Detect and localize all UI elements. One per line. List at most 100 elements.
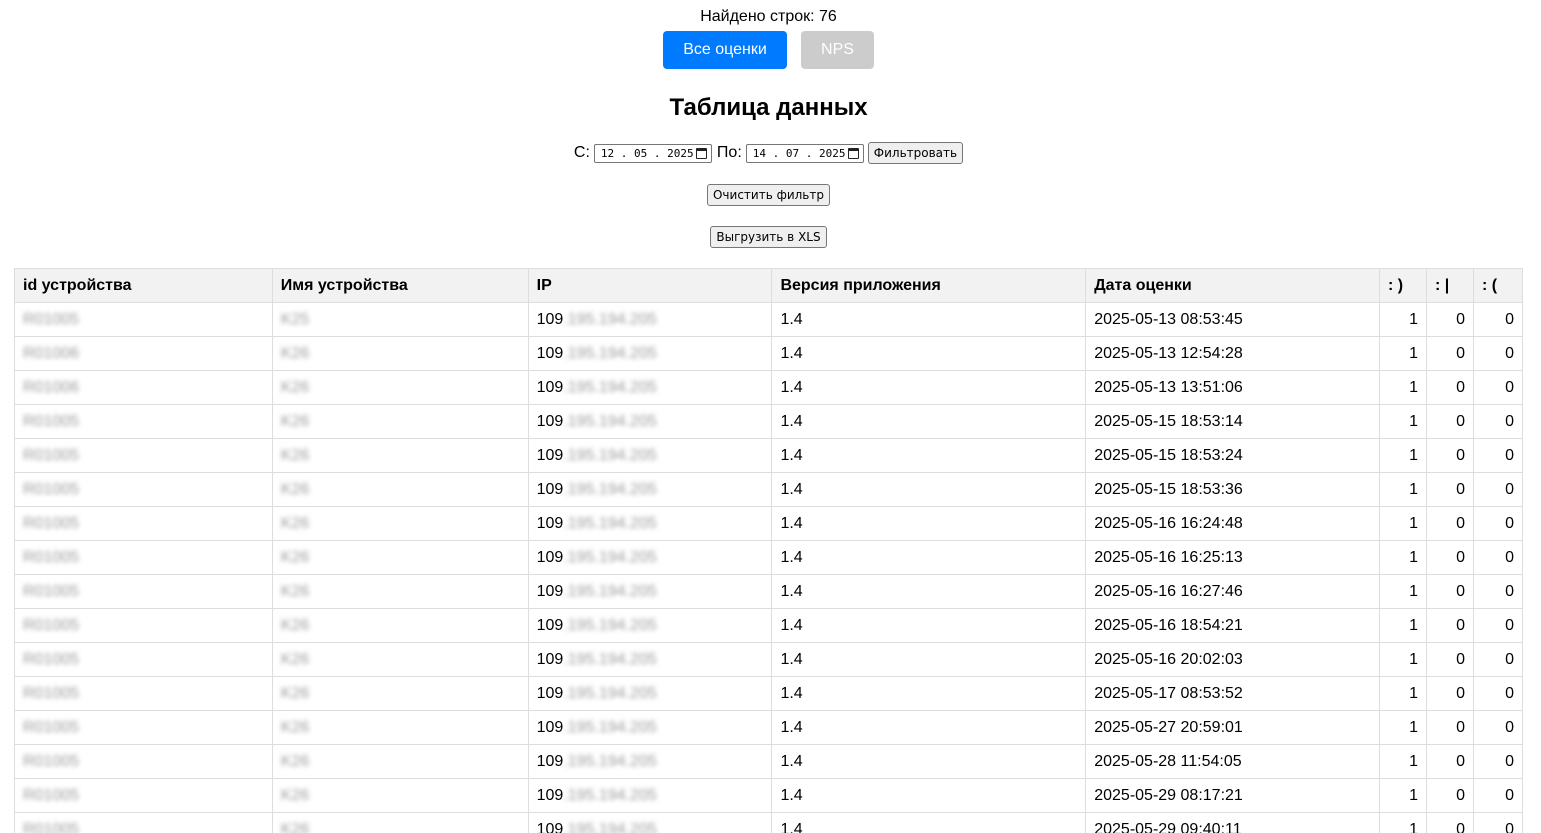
cell-ip: 109.195.194.205 [527, 336, 773, 371]
cell-neutral: 0 [1426, 608, 1474, 643]
to-date-input[interactable]: 14 . 07 . 2025 [745, 143, 864, 163]
cell-app-version-value: 1.4 [780, 582, 803, 600]
ip-rest-redacted: .195.194.205 [563, 820, 657, 833]
cell-sad: 0 [1472, 608, 1524, 643]
cell-happy: 1 [1379, 778, 1427, 813]
cell-happy: 1 [1379, 812, 1427, 833]
cell-happy: 1 [1379, 506, 1427, 541]
cell-app-version: 1.4 [771, 778, 1087, 813]
cell-happy: 1 [1379, 370, 1427, 405]
cell-device-name-value: K26 [280, 684, 310, 702]
cell-rating-date-value: 2025-05-29 09:40:11 [1094, 820, 1242, 833]
cell-sad-value: 0 [1505, 480, 1514, 498]
page: Найдено строк: 76 Все оценки NPS Таблица… [0, 0, 1541, 833]
cell-neutral-value: 0 [1456, 344, 1465, 362]
cell-device-name: K26 [271, 370, 529, 405]
export-xls-button[interactable]: Выгрузить в XLS [710, 226, 827, 248]
cell-sad: 0 [1472, 438, 1524, 473]
filter-button[interactable]: Фильтровать [867, 142, 964, 164]
cell-device-id: R01005 [14, 676, 273, 711]
cell-happy-value: 1 [1409, 684, 1418, 702]
cell-app-version: 1.4 [771, 540, 1087, 575]
cell-sad: 0 [1472, 778, 1524, 813]
cell-device-id-value: R01006 [23, 378, 80, 396]
cell-sad-value: 0 [1505, 548, 1514, 566]
date-filter: С: 12 . 05 . 2025 По: 14 . 07 . 2025 Фил… [0, 142, 1537, 164]
cell-device-id: R01006 [14, 370, 273, 405]
from-date-input[interactable]: 12 . 05 . 2025 [593, 143, 712, 163]
table-row: R01005 K26 109.195.194.205 1.4 2025-05-16 16… [14, 506, 1524, 541]
mode-buttons: Все оценки NPS [0, 31, 1537, 69]
cell-device-id: R01005 [14, 778, 273, 813]
from-date-value: 12 . 05 . 2025 [600, 146, 694, 160]
cell-happy: 1 [1379, 676, 1427, 711]
calendar-icon[interactable] [847, 147, 859, 159]
ip-prefix: 109 [536, 548, 564, 566]
cell-device-name: K26 [271, 540, 529, 575]
cell-device-id: R01005 [14, 642, 273, 677]
ip-rest-redacted: .195.194.205 [563, 344, 657, 362]
nps-button[interactable]: NPS [801, 31, 874, 69]
cell-neutral-value: 0 [1456, 650, 1465, 668]
cell-ip: 109.195.194.205 [527, 676, 773, 711]
cell-app-version-value: 1.4 [780, 616, 803, 634]
cell-device-id: R01005 [14, 302, 273, 337]
cell-ip: 109.195.194.205 [527, 438, 773, 473]
cell-app-version: 1.4 [771, 438, 1087, 473]
table-row: R01005 K26 109.195.194.205 1.4 2025-05-15 18… [14, 404, 1524, 439]
cell-device-id-value: R01005 [23, 820, 80, 833]
cell-rating-date-value: 2025-05-16 20:02:03 [1094, 650, 1243, 668]
cell-happy-value: 1 [1409, 582, 1418, 600]
cell-device-name: K25 [271, 302, 529, 337]
cell-neutral: 0 [1426, 302, 1474, 337]
cell-happy: 1 [1379, 404, 1427, 439]
page-title: Таблица данных [669, 94, 868, 121]
cell-happy: 1 [1379, 574, 1427, 609]
cell-app-version: 1.4 [771, 676, 1087, 711]
ip-rest-redacted: .195.194.205 [563, 412, 657, 430]
cell-happy-value: 1 [1409, 412, 1418, 430]
cell-ip: 109.195.194.205 [527, 778, 773, 813]
cell-device-name-value: K26 [280, 752, 310, 770]
table-row: R01005 K26 109.195.194.205 1.4 2025-05-28 11… [14, 744, 1524, 779]
calendar-icon[interactable] [695, 147, 707, 159]
cell-rating-date: 2025-05-28 11:54:05 [1085, 744, 1381, 779]
table-row: R01006 K26 109.195.194.205 1.4 2025-05-13 13… [14, 370, 1524, 405]
cell-rating-date-value: 2025-05-28 11:54:05 [1094, 752, 1242, 770]
clear-filter-button[interactable]: Очистить фильтр [706, 184, 830, 206]
cell-rating-date: 2025-05-13 13:51:06 [1085, 370, 1381, 405]
cell-app-version-value: 1.4 [780, 820, 803, 833]
table-row: R01005 K26 109.195.194.205 1.4 2025-05-16 16… [14, 574, 1524, 609]
cell-neutral: 0 [1426, 744, 1474, 779]
ip-rest-redacted: .195.194.205 [563, 616, 657, 634]
cell-device-id: R01005 [14, 540, 273, 575]
cell-happy: 1 [1379, 608, 1427, 643]
cell-device-id-value: R01005 [23, 412, 80, 430]
cell-device-name-value: K26 [280, 344, 310, 362]
cell-app-version-value: 1.4 [780, 310, 803, 328]
cell-sad-value: 0 [1505, 650, 1514, 668]
cell-sad-value: 0 [1505, 378, 1514, 396]
cell-app-version-value: 1.4 [780, 752, 803, 770]
cell-app-version: 1.4 [771, 336, 1087, 371]
cell-sad: 0 [1472, 812, 1524, 833]
cell-neutral: 0 [1426, 676, 1474, 711]
cell-sad: 0 [1472, 744, 1524, 779]
cell-ip: 109.195.194.205 [527, 574, 773, 609]
ratings-table: id устройства Имя устройства IP Версия п… [14, 268, 1524, 833]
cell-device-id-value: R01005 [23, 446, 80, 464]
cell-device-name-value: K26 [280, 480, 310, 498]
from-label: С: [573, 144, 590, 161]
found-rows-count: Найдено строк: 76 [700, 8, 837, 25]
table-row: R01005 K26 109.195.194.205 1.4 2025-05-29 09… [14, 812, 1524, 833]
cell-sad: 0 [1472, 676, 1524, 711]
cell-app-version: 1.4 [771, 506, 1087, 541]
cell-app-version: 1.4 [771, 812, 1087, 833]
table-row: R01005 K26 109.195.194.205 1.4 2025-05-15 18… [14, 472, 1524, 507]
cell-device-name: K26 [271, 472, 529, 507]
cell-neutral: 0 [1426, 472, 1474, 507]
all-ratings-button[interactable]: Все оценки [663, 31, 787, 69]
cell-device-name: K26 [271, 438, 529, 473]
cell-neutral: 0 [1426, 438, 1474, 473]
cell-rating-date: 2025-05-16 20:02:03 [1085, 642, 1381, 677]
